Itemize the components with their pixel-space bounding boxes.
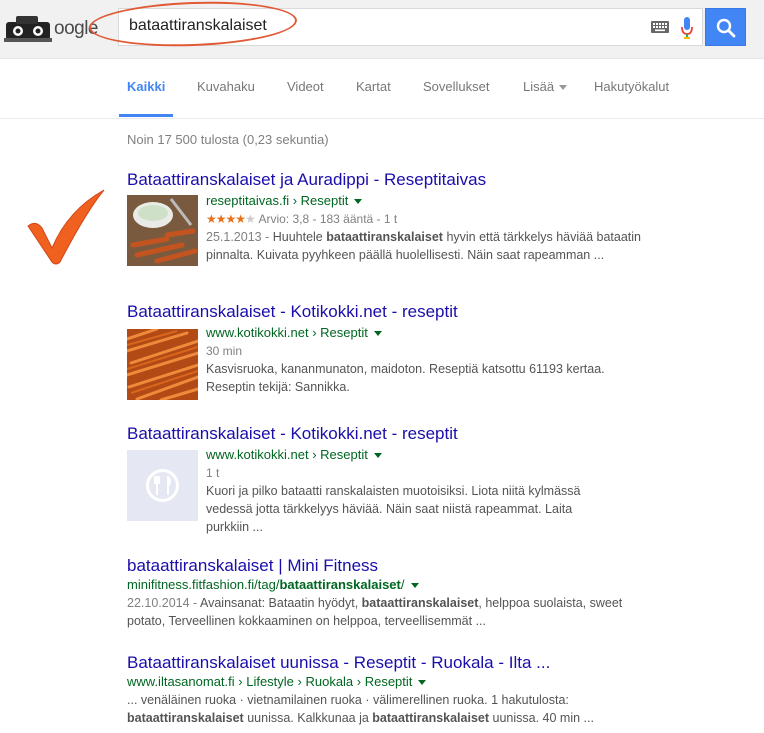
result-url[interactable]: www.kotikokki.net › Reseptit xyxy=(206,446,646,464)
search-input[interactable]: bataattiranskalaiset xyxy=(88,0,703,50)
url-menu-caret-icon[interactable] xyxy=(354,199,363,205)
search-icon xyxy=(716,18,736,38)
doodle-icon xyxy=(4,16,52,42)
rating-text: Arvio: 3,8 - 183 ääntä - 1 t xyxy=(258,212,398,226)
rating-stars-icon: ★★★★ xyxy=(206,212,246,226)
search-header: oogle bataattiranskalaiset xyxy=(0,0,764,59)
snippet-keyword: bataattiranskalaiset xyxy=(372,711,490,725)
result-url-keyword: bataattiranskalaiset xyxy=(279,577,401,592)
result-url[interactable]: reseptitaivas.fi › Reseptit xyxy=(206,192,646,210)
search-result: bataattiranskalaiset | Mini Fitness mini… xyxy=(127,556,627,630)
result-title-link[interactable]: Bataattiranskalaiset - Kotikokki.net - r… xyxy=(127,424,458,444)
result-meta: 30 min xyxy=(206,344,243,358)
placeholder-dish-icon[interactable] xyxy=(127,450,198,521)
search-tabs: Kaikki Kuvahaku Videot Kartat Sovellukse… xyxy=(0,58,764,119)
result-rating: ★★★★★ Arvio: 3,8 - 183 ääntä - 1 t xyxy=(206,210,646,228)
url-menu-caret-icon[interactable] xyxy=(410,583,419,589)
result-snippet: 25.1.2013 - Huuhtele bataattiranskalaise… xyxy=(206,228,646,264)
result-url[interactable]: minifitness.fitfashion.fi/tag/bataattira… xyxy=(127,576,627,594)
tab-kartat[interactable]: Kartat xyxy=(356,79,391,94)
result-thumbnail[interactable] xyxy=(127,195,198,266)
search-result: Bataattiranskalaiset - Kotikokki.net - r… xyxy=(127,302,605,400)
search-button[interactable] xyxy=(705,8,746,46)
snippet-text: ... venäläinen ruoka · vietnamilainen ru… xyxy=(127,693,569,707)
result-url-path: › Reseptit xyxy=(312,447,368,462)
url-menu-caret-icon[interactable] xyxy=(418,680,427,686)
tab-videot[interactable]: Videot xyxy=(287,79,324,94)
tab-hakutyokalut[interactable]: Hakutyökalut xyxy=(594,79,669,94)
result-url-path: › Lifestyle › Ruokala › Reseptit xyxy=(238,674,413,689)
result-title-link[interactable]: Bataattiranskalaiset uunissa - Reseptit … xyxy=(127,653,627,673)
result-thumbnail[interactable] xyxy=(127,329,198,400)
result-snippet: Kuori ja pilko bataatti ranskalaisten mu… xyxy=(206,484,581,534)
snippet-text: uunissa. Kalkkunaa ja xyxy=(243,711,373,725)
tab-lisaa-label: Lisää xyxy=(523,79,555,94)
snippet-date: 22.10.2014 - xyxy=(127,596,200,610)
result-url-tail: / xyxy=(400,577,405,592)
tab-sovellukset[interactable]: Sovellukset xyxy=(423,79,489,94)
snippet-keyword: bataattiranskalaiset xyxy=(326,230,443,244)
tab-lisaa[interactable]: Lisää xyxy=(523,79,568,94)
google-logo[interactable]: oogle xyxy=(4,12,99,46)
result-url-host: www.kotikokki.net xyxy=(206,447,309,462)
chevron-down-icon xyxy=(559,85,568,91)
snippet-keyword: bataattiranskalaiset xyxy=(361,596,479,610)
snippet-text: Avainsanat: Bataatin hyödyt, xyxy=(199,596,362,610)
highlight-oval xyxy=(88,0,298,50)
result-url-host: www.kotikokki.net xyxy=(206,325,309,340)
snippet-date: 25.1.2013 - xyxy=(206,230,273,244)
tab-kaikki[interactable]: Kaikki xyxy=(127,79,165,94)
checkmark-icon xyxy=(27,189,105,265)
result-title-link[interactable]: Bataattiranskalaiset ja Auradippi - Rese… xyxy=(127,170,486,190)
result-snippet: ... venäläinen ruoka · vietnamilainen ru… xyxy=(127,691,627,727)
active-tab-indicator xyxy=(119,114,173,117)
result-url-host: minifitness.fitfashion.fi/tag/ xyxy=(127,577,280,592)
tab-kuvahaku[interactable]: Kuvahaku xyxy=(197,79,255,94)
result-meta: 1 t xyxy=(206,466,220,480)
rating-star-empty-icon: ★ xyxy=(245,212,256,226)
result-title-link[interactable]: Bataattiranskalaiset - Kotikokki.net - r… xyxy=(127,302,458,322)
snippet-text: uunissa. 40 min ... xyxy=(489,711,594,725)
result-snippet: 22.10.2014 - Avainsanat: Bataatin hyödyt… xyxy=(127,594,627,630)
search-result: Bataattiranskalaiset - Kotikokki.net - r… xyxy=(127,424,580,534)
result-url-host: www.iltasanomat.fi xyxy=(127,674,235,689)
result-snippet: Kasvisruoka, kananmunaton, maidoton. Res… xyxy=(206,362,605,394)
result-url[interactable]: www.iltasanomat.fi › Lifestyle › Ruokala… xyxy=(127,673,627,691)
url-menu-caret-icon[interactable] xyxy=(373,453,382,459)
microphone-icon[interactable] xyxy=(680,16,694,40)
snippet-keyword: bataattiranskalaiset xyxy=(127,711,244,725)
result-title-link[interactable]: bataattiranskalaiset | Mini Fitness xyxy=(127,556,627,576)
result-url-path: › Reseptit xyxy=(312,325,368,340)
keyboard-icon[interactable] xyxy=(651,21,669,33)
url-menu-caret-icon[interactable] xyxy=(373,331,382,337)
result-url-host: reseptitaivas.fi xyxy=(206,193,290,208)
search-result: Bataattiranskalaiset uunissa - Reseptit … xyxy=(127,653,627,727)
result-url-path: › Reseptit xyxy=(292,193,349,208)
result-stats: Noin 17 500 tulosta (0,23 sekuntia) xyxy=(127,132,329,147)
result-url[interactable]: www.kotikokki.net › Reseptit xyxy=(206,324,646,342)
search-result: Bataattiranskalaiset ja Auradippi - Rese… xyxy=(127,170,641,266)
snippet-text: Huuhtele xyxy=(272,230,327,244)
